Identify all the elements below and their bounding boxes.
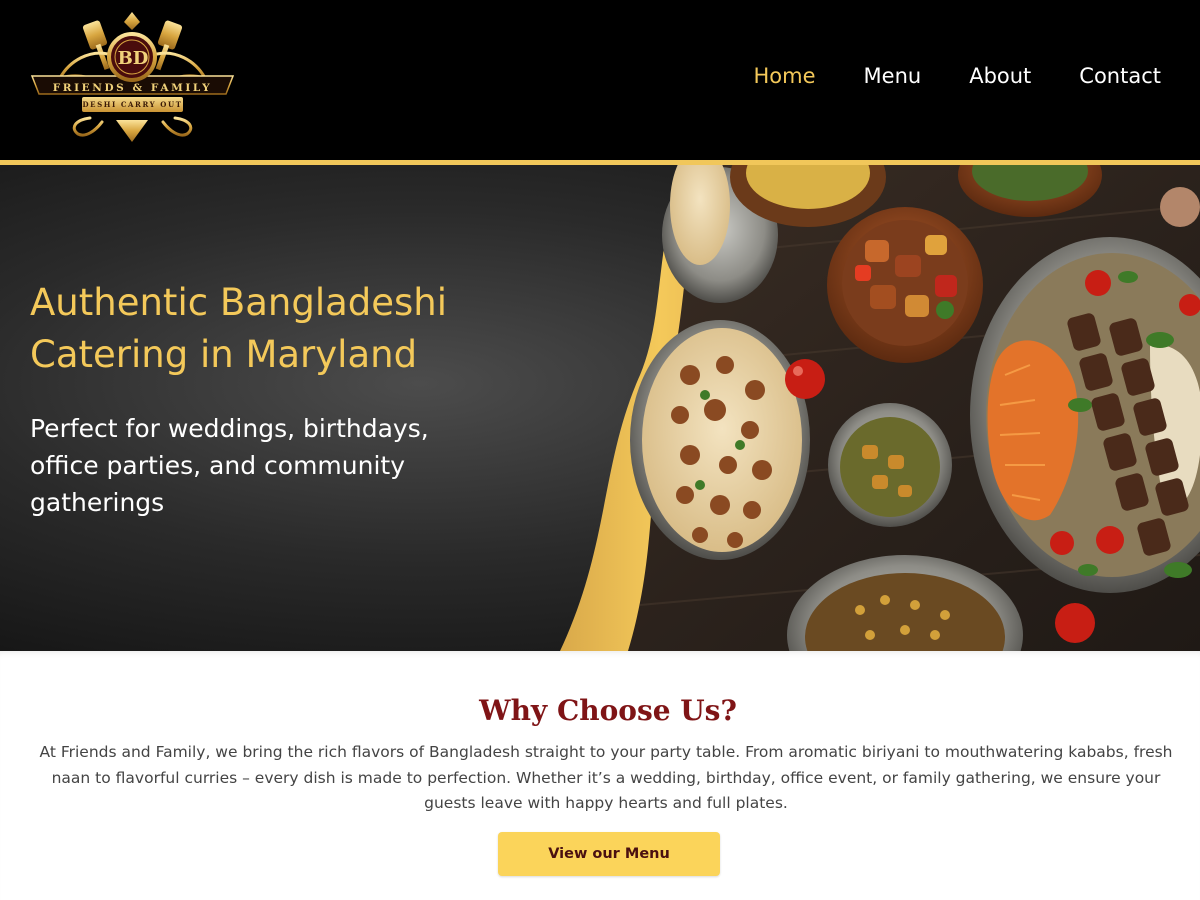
brand-logo[interactable]: BD FRIENDS & FAMILY DESHI CARRY OUT	[30, 10, 235, 145]
main-nav: Home Menu About Contact	[706, 64, 1161, 88]
hero-subtitle: Perfect for weddings, birthdays, office …	[30, 414, 429, 517]
site-header: BD FRIENDS & FAMILY DESHI CARRY OUT Home…	[0, 0, 1200, 160]
food-spread-image	[560, 165, 1200, 651]
hero-title: Authentic Bangladeshi Catering in Maryla…	[30, 281, 448, 376]
nav-link-menu[interactable]: Menu	[864, 64, 922, 88]
nav-link-home[interactable]: Home	[754, 64, 816, 88]
nav-link-about[interactable]: About	[969, 64, 1031, 88]
why-choose-us-heading: Why Choose Us?	[479, 694, 737, 727]
why-choose-us-section: Why Choose Us? At Friends and Family, we…	[0, 651, 1200, 900]
logo-tagline: DESHI CARRY OUT	[82, 97, 183, 112]
why-choose-us-text: At Friends and Family, we bring the rich…	[39, 743, 1173, 812]
nav-link-contact[interactable]: Contact	[1079, 64, 1161, 88]
hero-banner: Authentic Bangladeshi Catering in Maryla…	[0, 165, 1200, 651]
logo-monogram: BD	[117, 48, 149, 69]
logo-brand-name: FRIENDS & FAMILY	[52, 82, 213, 94]
logo-emblem-icon	[30, 12, 235, 142]
view-menu-button[interactable]: View our Menu	[498, 832, 720, 876]
